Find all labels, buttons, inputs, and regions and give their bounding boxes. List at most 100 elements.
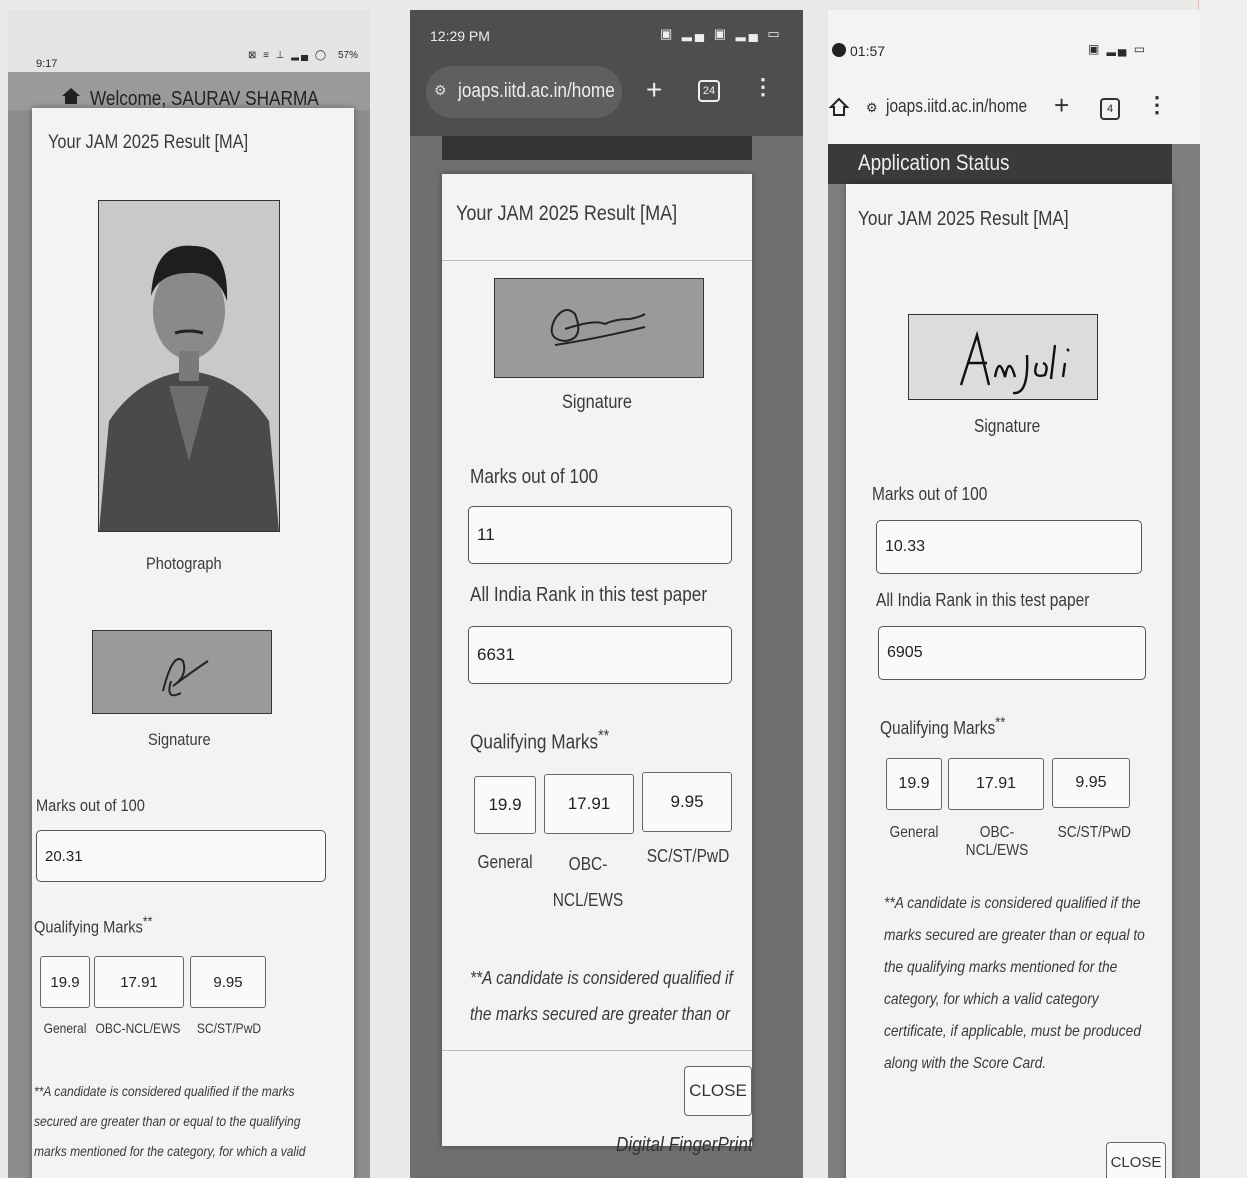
qualifying-obc-label: OBC-NCL/EWS [95, 1020, 181, 1036]
url-bar[interactable]: ⚙ joaps.iitd.ac.in/home [426, 66, 622, 118]
note-line: secured are greater than or equal to the… [34, 1113, 301, 1129]
result-card: Your JAM 2025 Result [MA] Signature Mark… [442, 174, 752, 1146]
result-card: Your JAM 2025 Result [MA] Photograph Sig… [32, 108, 354, 1178]
signature-label: Signature [562, 392, 632, 413]
note-line: **A candidate is considered qualified if [470, 968, 733, 988]
tab-count-icon[interactable]: 4 [1100, 98, 1120, 120]
result-title: Your JAM 2025 Result [MA] [456, 202, 678, 225]
status-battery: 57% [338, 50, 359, 61]
rank-field: 6905 [878, 626, 1146, 680]
qualification-note: **A candidate is considered qualified if… [34, 1076, 326, 1166]
qualifying-sc-label: SC/ST/PwD [646, 846, 730, 866]
welcome-bar: Welcome, SAURAV SHARMA [8, 72, 370, 110]
signal-icon: ⊠ ≡ ⊥ ▂▄ ◯ [248, 50, 329, 61]
qualification-note: **A candidate is considered qualified if… [470, 960, 745, 1032]
new-tab-icon[interactable]: + [646, 74, 662, 106]
signature-image [494, 278, 704, 378]
close-button[interactable]: CLOSE [1106, 1142, 1166, 1178]
qualifying-obc-value: 17.91 [948, 758, 1044, 810]
note-line: **A candidate is considered qualified if… [884, 895, 1141, 912]
category-line: NCL/EWS [552, 890, 624, 910]
note-line: along with the Score Card. [884, 1055, 1047, 1072]
qualifying-obc-value: 17.91 [94, 956, 184, 1008]
phone-icon [832, 43, 846, 57]
divider [442, 1050, 752, 1051]
note-line: certificate, if applicable, must be prod… [884, 1023, 1141, 1040]
status-time: 12:29 PM [430, 28, 490, 44]
qualifying-general-label: General [889, 824, 939, 841]
qualifying-marks-label: Qualifying Marks** [880, 714, 1006, 738]
page-header-strip [442, 136, 752, 160]
browser-toolbar: ⚙ joaps.iitd.ac.in/home + 24 ⋮ [410, 54, 803, 136]
note-line: the marks secured are greater than or [470, 1004, 730, 1024]
qualification-note: **A candidate is considered qualified if… [884, 888, 1168, 1080]
application-status-title: Application Status [858, 150, 1010, 175]
screenshot-2: 12:29 PM ▣ ▂▄ ▣ ▂▄ ▭ ⚙ joaps.iitd.ac.in/… [410, 10, 803, 1178]
qualifying-sc-value: 9.95 [1052, 758, 1130, 808]
status-time: 9:17 [36, 58, 58, 70]
marks-field: 11 [468, 506, 732, 564]
footer-text: Digital FingerPrint [616, 1134, 753, 1156]
menu-icon[interactable]: ⋮ [1146, 92, 1168, 118]
browser-toolbar: ⚙ joaps.iitd.ac.in/home + 4 ⋮ [828, 74, 1200, 144]
rank-field: 6631 [468, 626, 732, 684]
signature-label: Signature [148, 730, 211, 749]
divider [442, 260, 752, 261]
result-title: Your JAM 2025 Result [MA] [48, 132, 249, 153]
qualifying-sc-value: 9.95 [190, 956, 266, 1008]
qualifying-sc-value: 9.95 [642, 772, 732, 832]
qualifying-general-value: 19.9 [40, 956, 90, 1008]
qualifying-marks-label: Qualifying Marks** [470, 726, 610, 754]
category-line: OBC- [568, 854, 608, 874]
marks-field: 20.31 [36, 830, 326, 882]
screenshot-1: 9:17 ⊠ ≡ ⊥ ▂▄ ◯ 57% Welcome, SAURAV SHAR… [8, 10, 370, 1178]
status-bar: 01:57 ▣ ▂▄ ▭ [828, 10, 1200, 74]
site-settings-icon[interactable]: ⚙ [866, 100, 878, 116]
paper-edge [1198, 0, 1247, 1178]
signal-icon: ▣ ▂▄ ▭ [1088, 42, 1148, 56]
url-text[interactable]: joaps.iitd.ac.in/home [458, 80, 615, 103]
home-icon[interactable] [60, 86, 82, 106]
marks-label: Marks out of 100 [36, 796, 145, 815]
qualifying-general-value: 19.9 [886, 758, 942, 810]
qualifying-general-label: General [477, 852, 533, 872]
new-tab-icon[interactable]: + [1054, 90, 1069, 121]
qualifying-sc-label: SC/ST/PwD [1057, 824, 1131, 841]
candidate-photo [98, 200, 280, 532]
qualifying-marks-label: Qualifying Marks** [34, 914, 153, 937]
qualifying-obc-label: OBC- NCL/EWS [545, 846, 631, 918]
rank-label: All India Rank in this test paper [470, 584, 708, 606]
qualifying-general-label: General [43, 1020, 87, 1036]
marks-label: Marks out of 100 [470, 466, 599, 488]
qualifying-obc-value: 17.91 [544, 774, 634, 834]
status-time: 01:57 [850, 43, 886, 59]
close-button[interactable]: CLOSE [684, 1066, 752, 1116]
signature-label: Signature [974, 416, 1041, 436]
tab-count-icon[interactable]: 24 [698, 80, 720, 102]
status-bar: 12:29 PM ▣ ▂▄ ▣ ▂▄ ▭ [410, 10, 803, 54]
screenshot-3: 01:57 ▣ ▂▄ ▭ ⚙ joaps.iitd.ac.in/home + 4… [828, 10, 1200, 1178]
qualifying-obc-label: OBC-NCL/EWS [965, 824, 1029, 859]
signal-icon: ▣ ▂▄ ▣ ▂▄ ▭ [660, 26, 783, 41]
status-bar: 9:17 ⊠ ≡ ⊥ ▂▄ ◯ 57% [8, 10, 370, 72]
marks-label: Marks out of 100 [872, 484, 988, 504]
marks-field: 10.33 [876, 520, 1142, 574]
result-card: Your JAM 2025 Result [MA] Signature Mark… [846, 184, 1172, 1178]
photograph-label: Photograph [146, 554, 222, 573]
signature-image [92, 630, 272, 714]
note-line: marks mentioned for the category, for wh… [34, 1143, 306, 1159]
url-text[interactable]: joaps.iitd.ac.in/home [886, 96, 1027, 117]
note-line: marks secured are greater than or equal … [884, 927, 1145, 944]
signature-image [908, 314, 1098, 400]
menu-icon[interactable]: ⋮ [752, 74, 774, 100]
note-line: the qualifying marks mentioned for the [884, 959, 1118, 976]
result-title: Your JAM 2025 Result [MA] [858, 208, 1069, 230]
rank-label: All India Rank in this test paper [876, 590, 1090, 610]
note-line: **A candidate is considered qualified if… [34, 1083, 295, 1099]
site-settings-icon[interactable]: ⚙ [434, 82, 447, 99]
qualifying-sc-label: SC/ST/PwD [196, 1020, 262, 1036]
home-icon[interactable] [828, 96, 850, 118]
note-line: category, for which a valid category [884, 991, 1099, 1008]
qualifying-general-value: 19.9 [474, 776, 536, 834]
application-status-header: Application Status [828, 144, 1172, 184]
